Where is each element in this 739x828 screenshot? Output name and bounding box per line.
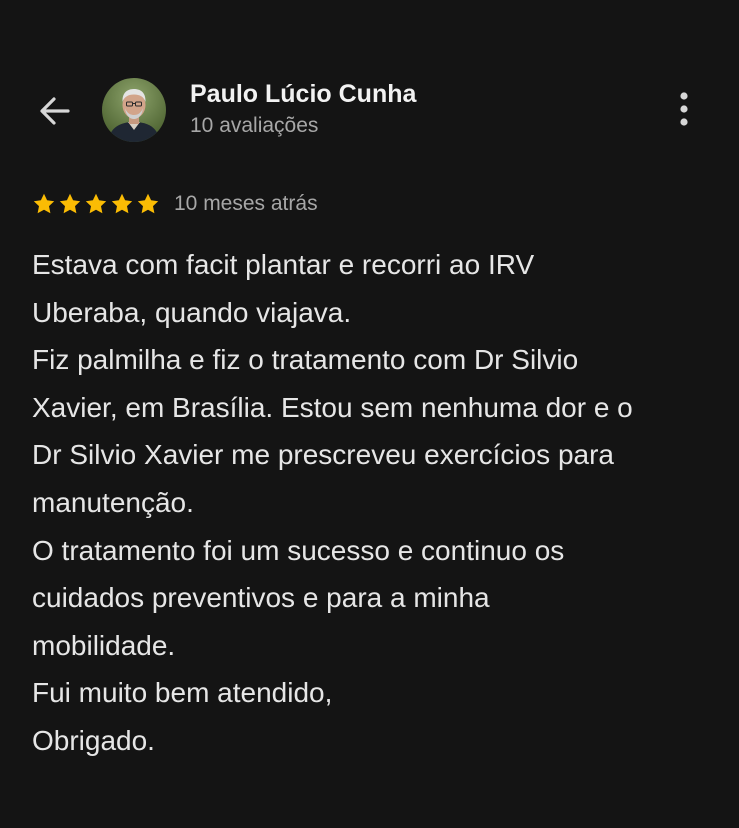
review-line: manutenção. bbox=[32, 486, 194, 518]
review-line: Dr Silvio Xavier me prescreveu exercício… bbox=[32, 439, 614, 471]
review-date: 10 meses atrás bbox=[174, 192, 318, 215]
review-text: Estava com facit plantar e recorri ao IR… bbox=[32, 241, 722, 765]
rating-row: 10 meses atrás bbox=[32, 188, 318, 220]
review-line: Fiz palmilha e fiz o tratamento com Dr S… bbox=[32, 344, 579, 376]
review-line: Estava com facit plantar e recorri ao IR… bbox=[32, 249, 535, 280]
avatar[interactable] bbox=[102, 78, 166, 142]
review-line: Obrigado. bbox=[32, 724, 155, 756]
star-icon bbox=[85, 193, 107, 214]
review-header: Paulo Lúcio Cunha 10 avaliações bbox=[0, 0, 739, 180]
review-line: cuidados preventivos e para a minha bbox=[32, 582, 490, 614]
more-vert-icon bbox=[680, 92, 688, 126]
star-rating bbox=[32, 192, 160, 216]
review-line: Fui muito bem atendido, bbox=[32, 677, 333, 709]
review-line: Xavier, em Brasília. Estou sem nenhuma d… bbox=[32, 391, 633, 423]
star-icon bbox=[59, 193, 81, 214]
star-icon bbox=[111, 193, 133, 214]
arrow-left-icon bbox=[40, 97, 70, 125]
reviewer-name[interactable]: Paulo Lúcio Cunha bbox=[190, 80, 416, 109]
review-line: Uberaba, quando viajava. bbox=[32, 296, 352, 328]
more-options-button[interactable] bbox=[664, 88, 704, 132]
back-button[interactable] bbox=[30, 86, 80, 136]
star-icon bbox=[33, 193, 55, 214]
review-line: O tratamento foi um sucesso e continuo o… bbox=[32, 534, 565, 566]
reviewer-photo bbox=[102, 78, 166, 142]
star-icon bbox=[137, 193, 159, 214]
reviews-count: 10 avaliações bbox=[190, 114, 319, 137]
review-line: mobilidade. bbox=[32, 629, 176, 661]
